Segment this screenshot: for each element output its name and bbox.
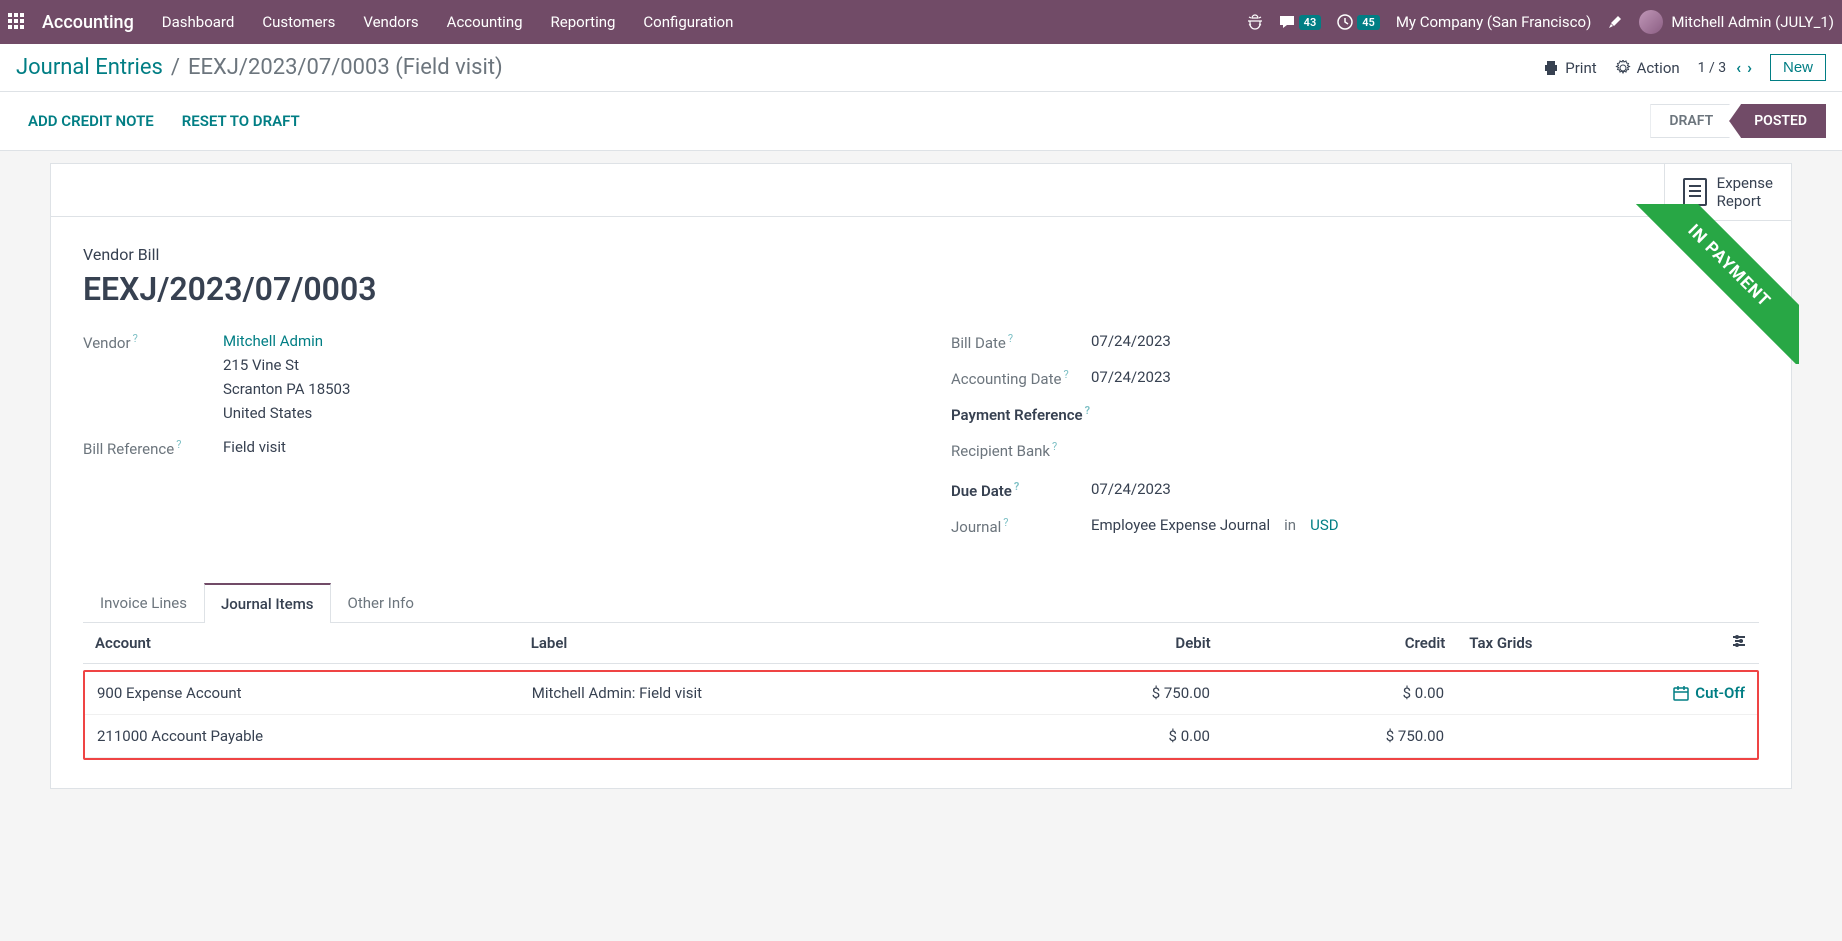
menu-configuration[interactable]: Configuration <box>643 13 733 31</box>
cell-cutoff: Cut-Off <box>1623 672 1757 715</box>
vendor-value: Mitchell Admin 215 Vine St Scranton PA 1… <box>223 332 350 422</box>
new-button[interactable]: New <box>1770 54 1826 81</box>
cell-cutoff <box>1623 715 1757 758</box>
stat-label: ExpenseReport <box>1717 174 1773 210</box>
col-account[interactable]: Account <box>83 623 519 664</box>
menu-customers[interactable]: Customers <box>262 13 335 31</box>
cell-debit: $ 0.00 <box>988 715 1222 758</box>
messages-icon[interactable]: 43 <box>1279 14 1322 30</box>
status-draft[interactable]: DRAFT <box>1650 104 1741 138</box>
due-date-label: Due Date? <box>951 480 1091 500</box>
avatar <box>1639 10 1663 34</box>
col-credit[interactable]: Credit <box>1223 623 1458 664</box>
cell-debit: $ 750.00 <box>988 672 1222 715</box>
breadcrumb-current: EEXJ/2023/07/0003 (Field visit) <box>188 55 503 80</box>
bill-date-label: Bill Date? <box>951 332 1091 352</box>
help-icon[interactable]: ? <box>1003 516 1008 529</box>
status-bar: ADD CREDIT NOTE RESET TO DRAFT DRAFT POS… <box>0 92 1842 151</box>
reset-to-draft-button[interactable]: RESET TO DRAFT <box>182 112 300 130</box>
vendor-addr1: 215 Vine St <box>223 356 350 374</box>
journal-value: Employee Expense Journal in USD <box>1091 516 1339 534</box>
cell-tax <box>1456 715 1623 758</box>
col-label[interactable]: Label <box>519 623 988 664</box>
bill-date-value: 07/24/2023 <box>1091 332 1171 350</box>
activity-badge: 45 <box>1357 15 1380 30</box>
cell-label <box>520 715 988 758</box>
topbar: Accounting Dashboard Customers Vendors A… <box>0 0 1842 44</box>
msg-badge: 43 <box>1299 15 1322 30</box>
table-row[interactable]: 900 Expense Account Mitchell Admin: Fiel… <box>85 672 1757 715</box>
vendor-link[interactable]: Mitchell Admin <box>223 332 323 350</box>
help-icon[interactable]: ? <box>1085 404 1090 417</box>
apps-icon[interactable] <box>8 13 26 31</box>
main-menu: Dashboard Customers Vendors Accounting R… <box>162 13 1247 31</box>
help-icon[interactable]: ? <box>133 332 138 345</box>
menu-reporting[interactable]: Reporting <box>551 13 616 31</box>
breadcrumb-parent[interactable]: Journal Entries <box>16 55 163 80</box>
breadcrumb-bar: Journal Entries / EEXJ/2023/07/0003 (Fie… <box>0 44 1842 92</box>
status-posted[interactable]: POSTED <box>1729 104 1826 138</box>
company-switcher[interactable]: My Company (San Francisco) <box>1396 13 1591 31</box>
user-name: Mitchell Admin (JULY_1) <box>1671 13 1834 31</box>
help-icon[interactable]: ? <box>1008 332 1013 345</box>
optional-columns-icon[interactable] <box>1625 623 1759 664</box>
form-sheet: ExpenseReport IN PAYMENT Vendor Bill EEX… <box>50 163 1792 789</box>
tab-invoice-lines[interactable]: Invoice Lines <box>83 583 204 623</box>
activity-icon[interactable]: 45 <box>1337 14 1380 30</box>
pager: 1 / 3 ‹ › <box>1698 58 1752 77</box>
bug-icon[interactable] <box>1247 14 1263 30</box>
tab-journal-items[interactable]: Journal Items <box>204 583 331 623</box>
help-icon[interactable]: ? <box>1052 440 1057 453</box>
doc-type-label: Vendor Bill <box>83 245 1759 264</box>
cutoff-button[interactable]: Cut-Off <box>1635 684 1745 702</box>
recip-bank-label: Recipient Bank? <box>951 440 1091 460</box>
vendor-addr3: United States <box>223 404 350 422</box>
bill-ref-value: Field visit <box>223 438 286 456</box>
breadcrumb: Journal Entries / EEXJ/2023/07/0003 (Fie… <box>16 55 1543 80</box>
vendor-addr2: Scranton PA 18503 <box>223 380 350 398</box>
expense-report-stat-button[interactable]: ExpenseReport <box>1664 164 1791 221</box>
acct-date-label: Accounting Date? <box>951 368 1091 388</box>
vendor-label: Vendor? <box>83 332 223 352</box>
user-menu[interactable]: Mitchell Admin (JULY_1) <box>1639 10 1834 34</box>
pager-next-icon[interactable]: › <box>1747 58 1752 77</box>
table-row[interactable]: 211000 Account Payable $ 0.00 $ 750.00 <box>85 715 1757 758</box>
bill-ref-label: Bill Reference? <box>83 438 223 458</box>
pager-prev-icon[interactable]: ‹ <box>1736 58 1741 77</box>
cell-credit: $ 750.00 <box>1222 715 1456 758</box>
help-icon[interactable]: ? <box>1014 480 1019 493</box>
control-panel-right: Print Action 1 / 3 ‹ › New <box>1543 54 1826 81</box>
tools-icon[interactable] <box>1607 14 1623 30</box>
acct-date-value: 07/24/2023 <box>1091 368 1171 386</box>
status-widget: DRAFT POSTED <box>1650 104 1826 138</box>
menu-dashboard[interactable]: Dashboard <box>162 13 235 31</box>
journal-items-table: Account Label Debit Credit Tax Grids 900… <box>83 623 1759 760</box>
action-button[interactable]: Action <box>1615 59 1680 77</box>
menu-vendors[interactable]: Vendors <box>363 13 418 31</box>
print-button[interactable]: Print <box>1543 59 1596 77</box>
cell-label: Mitchell Admin: Field visit <box>520 672 988 715</box>
add-credit-note-button[interactable]: ADD CREDIT NOTE <box>28 112 154 130</box>
journal-label: Journal? <box>951 516 1091 536</box>
cell-account: 211000 Account Payable <box>85 715 520 758</box>
help-icon[interactable]: ? <box>1063 368 1068 381</box>
doc-title: EEXJ/2023/07/0003 <box>83 270 1759 308</box>
due-date-value: 07/24/2023 <box>1091 480 1171 498</box>
app-title[interactable]: Accounting <box>42 12 134 33</box>
help-icon[interactable]: ? <box>176 438 181 451</box>
cell-credit: $ 0.00 <box>1222 672 1456 715</box>
col-debit[interactable]: Debit <box>988 623 1223 664</box>
pay-ref-label: Payment Reference? <box>951 404 1091 424</box>
topbar-right: 43 45 My Company (San Francisco) Mitchel… <box>1247 10 1834 34</box>
notebook-tabs: Invoice Lines Journal Items Other Info <box>83 582 1759 623</box>
menu-accounting[interactable]: Accounting <box>447 13 523 31</box>
col-tax-grids[interactable]: Tax Grids <box>1457 623 1625 664</box>
cell-tax <box>1456 672 1623 715</box>
tab-other-info[interactable]: Other Info <box>331 583 431 623</box>
document-icon <box>1683 178 1707 206</box>
pager-value[interactable]: 1 / 3 <box>1698 60 1726 76</box>
breadcrumb-sep: / <box>171 55 180 80</box>
cell-account: 900 Expense Account <box>85 672 520 715</box>
currency-link[interactable]: USD <box>1310 516 1338 534</box>
